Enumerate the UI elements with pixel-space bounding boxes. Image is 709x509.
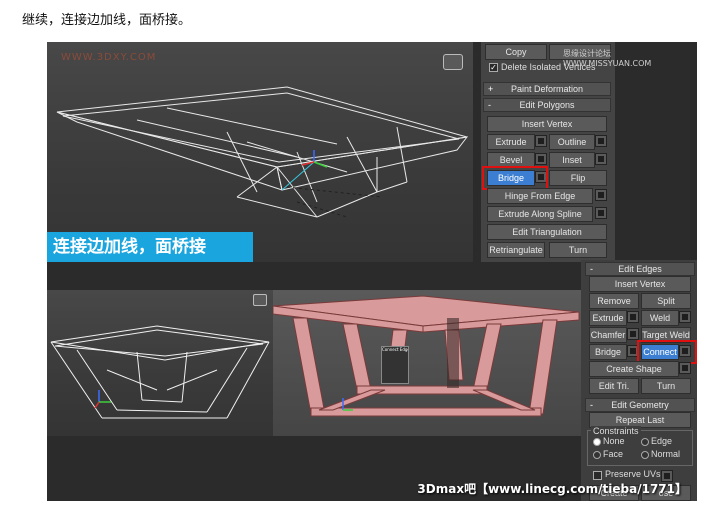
remove-button[interactable]: Remove — [589, 293, 639, 309]
create-shape-settings-icon[interactable] — [679, 362, 691, 374]
hinge-settings-icon[interactable] — [595, 189, 607, 201]
chamfer-settings-icon[interactable] — [627, 328, 639, 340]
bridge-edge-button[interactable]: Bridge — [589, 344, 627, 360]
constraint-edge-radio[interactable] — [641, 438, 649, 446]
connect-caddy-popup[interactable]: Connect Edges — [381, 346, 409, 384]
footer-watermark: 3Dmax吧【www.linecg.com/tieba/1771】 — [417, 482, 687, 496]
extrude-edge-button[interactable]: Extrude — [589, 310, 627, 326]
wireframe-mesh-top — [56, 86, 469, 218]
wireframe-mesh-left — [50, 325, 270, 419]
create-shape-button[interactable]: Create Shape — [589, 361, 679, 377]
constraint-face-radio[interactable] — [593, 451, 601, 459]
paint-deformation-label: Paint Deformation — [510, 84, 584, 94]
extrude-edge-settings-icon[interactable] — [627, 311, 639, 323]
weld-button[interactable]: Weld — [641, 310, 679, 326]
extrude-button[interactable]: Extrude — [487, 134, 535, 150]
split-button[interactable]: Split — [641, 293, 691, 309]
screenshot-area: WWW.3DXY.COM Copy ✓ Delete Isolated Vert… — [47, 42, 697, 501]
constraints-label: Constraints — [591, 426, 641, 436]
insert-vertex-button[interactable]: Insert Vertex — [487, 116, 607, 132]
viewport-top[interactable]: WWW.3DXY.COM — [47, 42, 473, 262]
edit-tri-button[interactable]: Edit Tri. — [589, 378, 639, 394]
flip-button[interactable]: Flip — [549, 170, 607, 186]
delete-isolated-checkbox[interactable]: ✓ — [489, 63, 498, 72]
turn-button[interactable]: Turn — [549, 242, 607, 258]
constraint-normal-radio[interactable] — [641, 451, 649, 459]
rollout-edit-geometry[interactable]: - Edit Geometry — [585, 398, 695, 412]
hinge-from-edge-button[interactable]: Hinge From Edge — [487, 188, 593, 204]
overlay-title: 连接边加线，面桥接 — [47, 232, 253, 262]
shaded-mesh-center — [273, 295, 580, 417]
viewport-bottom-center[interactable]: Connect Edges — [273, 290, 581, 436]
rollout-edit-edges[interactable]: - Edit Edges — [585, 262, 695, 276]
chamfer-button[interactable]: Chamfer — [589, 327, 627, 343]
inset-settings-icon[interactable] — [595, 153, 607, 165]
constraint-normal-label: Normal — [651, 449, 681, 459]
command-panel-top: Copy ✓ Delete Isolated Vertices + Paint D… — [481, 42, 615, 262]
extrude-spline-settings-icon[interactable] — [595, 207, 607, 219]
rollout-edit-polygons[interactable]: - Edit Polygons — [483, 98, 611, 112]
outline-button[interactable]: Outline — [549, 134, 595, 150]
inset-button[interactable]: Inset — [549, 152, 595, 168]
constraint-none-radio[interactable] — [593, 438, 601, 446]
viewport-bottom-left[interactable] — [47, 290, 273, 436]
constraint-face-label: Face — [603, 449, 624, 459]
preserve-uvs-label: Preserve UVs — [605, 469, 661, 479]
edit-edges-label: Edit Edges — [618, 264, 662, 274]
caption-text: 继续，连接边加线，面桥接。 — [22, 13, 192, 28]
rollout-paint-deformation[interactable]: + Paint Deformation — [483, 82, 611, 96]
copy-button[interactable]: Copy — [485, 44, 547, 60]
weld-settings-icon[interactable] — [679, 311, 691, 323]
bridge-highlight — [482, 166, 548, 190]
constraint-none-label: None — [603, 436, 625, 446]
command-panel-bottom: - Edit Edges Insert Vertex Remove Split E… — [581, 260, 697, 501]
retriangulate-button[interactable]: Retriangulate — [487, 242, 545, 258]
constraint-edge-label: Edge — [651, 436, 673, 446]
turn-edge-button[interactable]: Turn — [641, 378, 691, 394]
bevel-settings-icon[interactable] — [535, 153, 547, 165]
edit-triangulation-button[interactable]: Edit Triangulation — [487, 224, 607, 240]
outline-settings-icon[interactable] — [595, 135, 607, 147]
preserve-uvs-checkbox[interactable] — [593, 471, 602, 480]
edit-polygons-label: Edit Polygons — [519, 100, 575, 110]
extrude-along-spline-button[interactable]: Extrude Along Spline — [487, 206, 593, 222]
watermark-right: 思缘设计论坛 WWW.MISSYUAN.COM — [563, 49, 652, 68]
edit-geometry-label: Edit Geometry — [611, 400, 669, 410]
insert-vertex-edge-button[interactable]: Insert Vertex — [589, 276, 691, 292]
extrude-settings-icon[interactable] — [535, 135, 547, 147]
connect-caddy-title: Connect Edges — [382, 347, 408, 352]
